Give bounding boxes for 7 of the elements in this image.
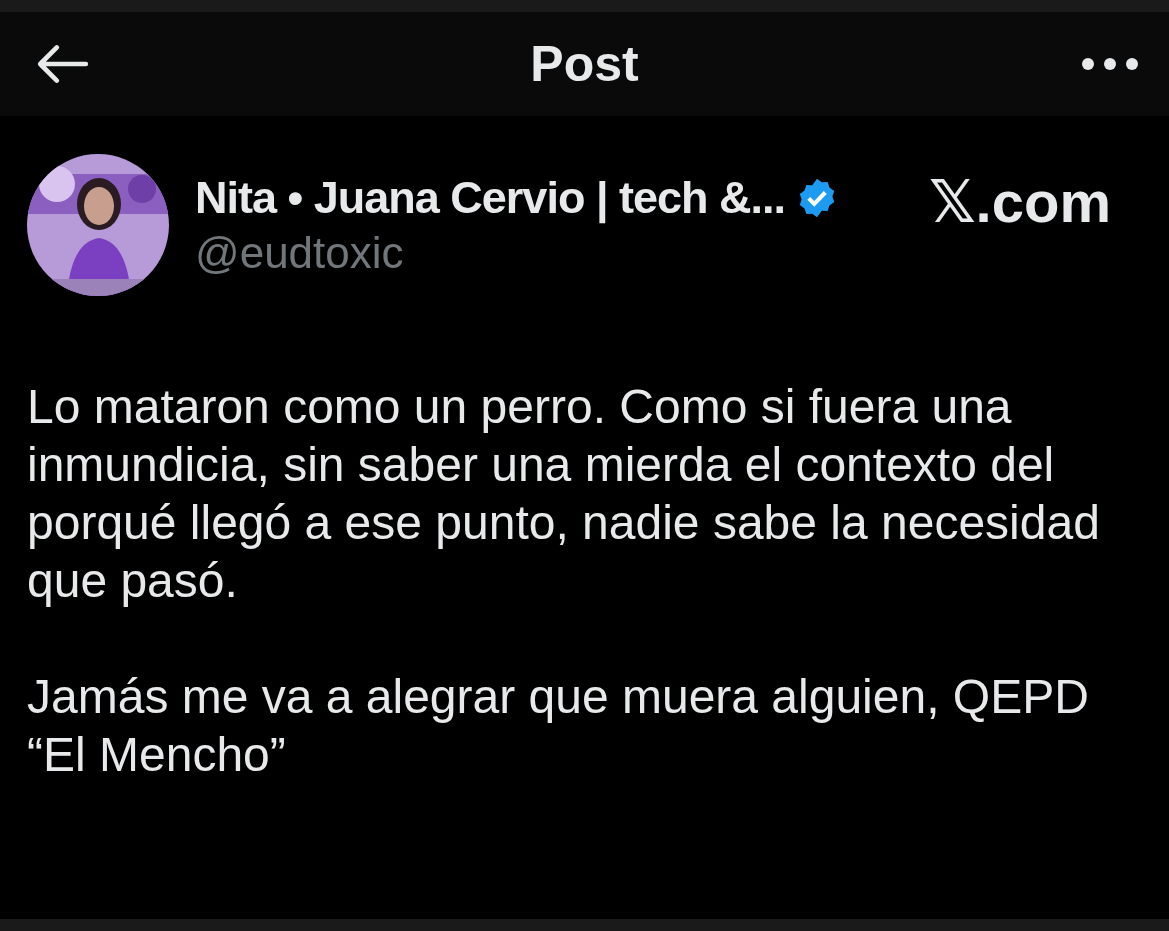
post-text: Jamás me va a alegrar que muera alguien, QEPD “El Mencho” — [27, 669, 1090, 783]
post-text: Lo mataron como un perro. Como si fuera una inmundicia, sin saber una mierda el contexto del porqué llegó a ese punto, nadie sabe la necesidad que pasó. — [27, 379, 1101, 609]
author-name[interactable]: Nita • Juana Cervio | tech &... — [195, 172, 785, 224]
more-icon[interactable] — [1081, 57, 1139, 71]
source-label: 𝕏.com — [928, 168, 1111, 236]
page-title: Post — [530, 35, 639, 93]
author-handle[interactable]: @eudtoxic — [195, 228, 903, 278]
